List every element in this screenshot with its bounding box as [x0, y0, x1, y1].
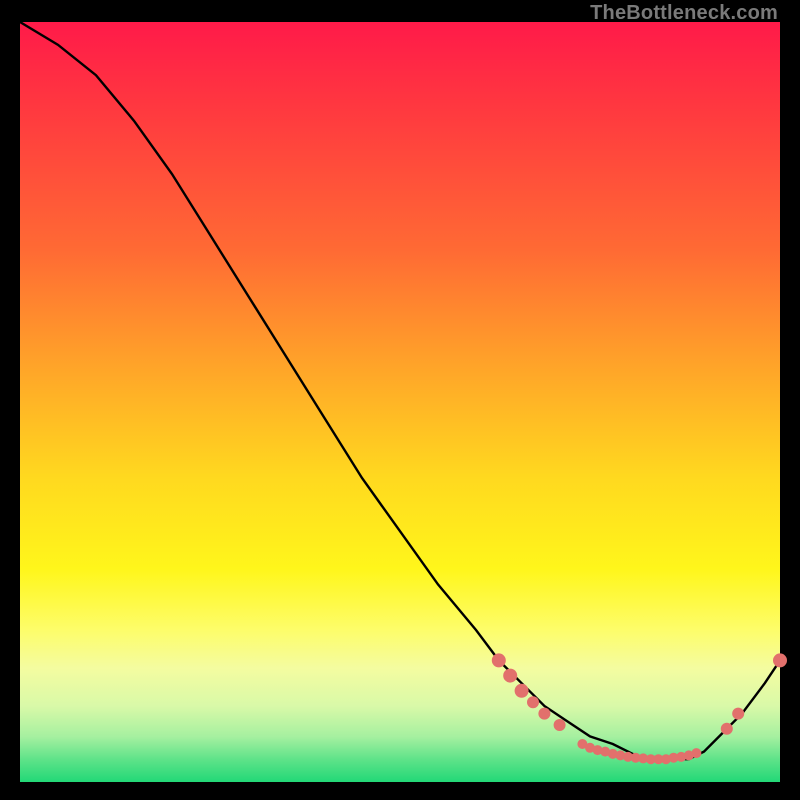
curve-marker	[503, 669, 517, 683]
curve-marker	[554, 719, 566, 731]
chart-svg	[20, 22, 780, 782]
curve-marker	[538, 708, 550, 720]
curve-marker	[773, 653, 787, 667]
curve-marker	[721, 723, 733, 735]
curve-marker	[515, 684, 529, 698]
curve-marker	[691, 748, 701, 758]
curve-marker	[492, 653, 506, 667]
curve-markers	[492, 653, 787, 764]
chart-stage: TheBottleneck.com	[0, 0, 800, 800]
curve-marker	[527, 696, 539, 708]
bottleneck-curve	[20, 22, 780, 759]
watermark-text: TheBottleneck.com	[590, 2, 778, 25]
curve-marker	[732, 708, 744, 720]
